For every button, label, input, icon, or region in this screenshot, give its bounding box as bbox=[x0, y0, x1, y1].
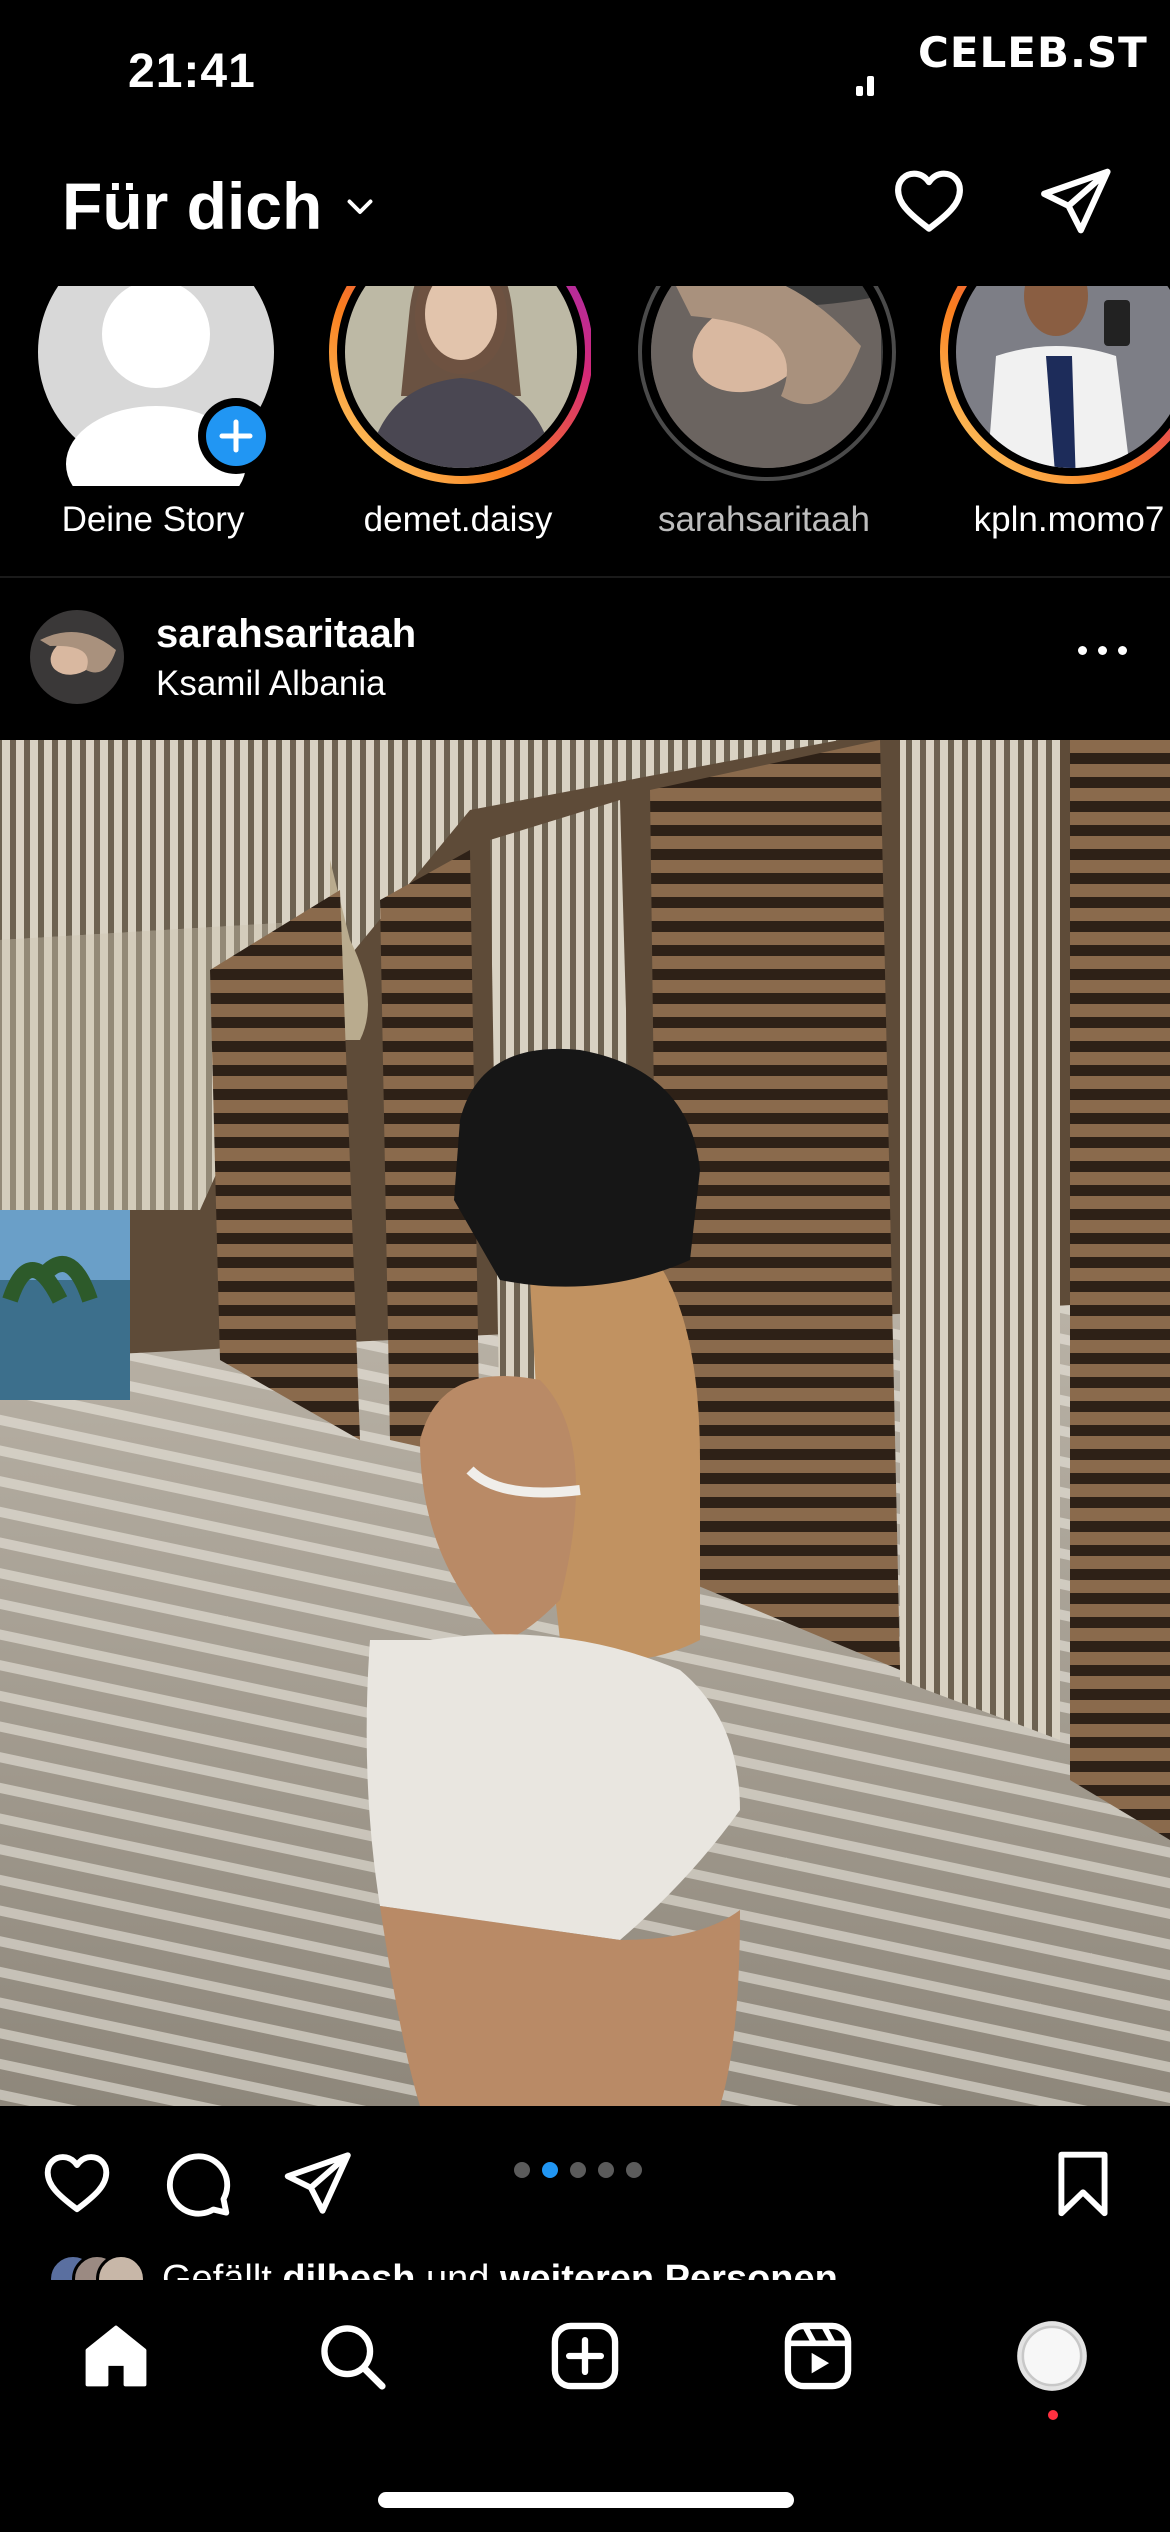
home-indicator[interactable] bbox=[378, 2492, 794, 2508]
post-username[interactable]: sarahsaritaah bbox=[156, 612, 416, 657]
home-icon[interactable] bbox=[78, 2318, 154, 2394]
carousel-dot-active bbox=[542, 2162, 558, 2178]
story-item[interactable]: kpln.momo7 bbox=[934, 220, 1170, 540]
story-avatar bbox=[329, 220, 593, 484]
post-location[interactable]: Ksamil Albania bbox=[156, 664, 386, 704]
story-label: Deine Story bbox=[61, 500, 245, 539]
create-icon[interactable] bbox=[547, 2318, 623, 2394]
feed-selector[interactable]: Für dich bbox=[62, 168, 378, 244]
status-time: 21:41 bbox=[128, 45, 256, 98]
like-icon[interactable] bbox=[40, 2146, 114, 2220]
signal-icon bbox=[856, 74, 880, 96]
own-avatar bbox=[38, 286, 274, 486]
notification-dot bbox=[1048, 2410, 1058, 2420]
carousel-dot bbox=[514, 2162, 530, 2178]
reels-icon[interactable] bbox=[780, 2318, 856, 2394]
carousel-dot bbox=[570, 2162, 586, 2178]
story-label: kpln.momo7 bbox=[973, 500, 1165, 539]
comment-icon[interactable] bbox=[160, 2146, 234, 2220]
post-photo[interactable] bbox=[0, 740, 1170, 2106]
story-item[interactable]: demet.daisy bbox=[323, 220, 593, 540]
carousel-dot bbox=[598, 2162, 614, 2178]
chevron-down-icon bbox=[347, 199, 373, 214]
share-icon[interactable] bbox=[280, 2146, 354, 2220]
more-options-icon[interactable] bbox=[1078, 640, 1130, 660]
story-avatar bbox=[940, 220, 1170, 484]
heart-icon[interactable] bbox=[890, 162, 968, 240]
story-label: sarahsaritaah bbox=[657, 500, 871, 539]
story-own[interactable]: Deine Story bbox=[18, 286, 288, 540]
story-avatar bbox=[638, 223, 896, 481]
story-item[interactable]: sarahsaritaah bbox=[629, 223, 899, 540]
divider bbox=[0, 576, 1170, 578]
watermark: CELEB.ST bbox=[918, 28, 1148, 77]
story-label: demet.daisy bbox=[363, 500, 553, 539]
direct-message-icon[interactable] bbox=[1036, 162, 1114, 240]
bookmark-icon[interactable] bbox=[1046, 2146, 1120, 2220]
carousel-indicator bbox=[514, 2162, 642, 2178]
search-icon[interactable] bbox=[314, 2318, 390, 2394]
page-title: Für dich bbox=[62, 169, 323, 243]
post-author-avatar[interactable] bbox=[30, 610, 124, 704]
carousel-dot bbox=[626, 2162, 642, 2178]
profile-avatar[interactable] bbox=[1014, 2318, 1090, 2394]
